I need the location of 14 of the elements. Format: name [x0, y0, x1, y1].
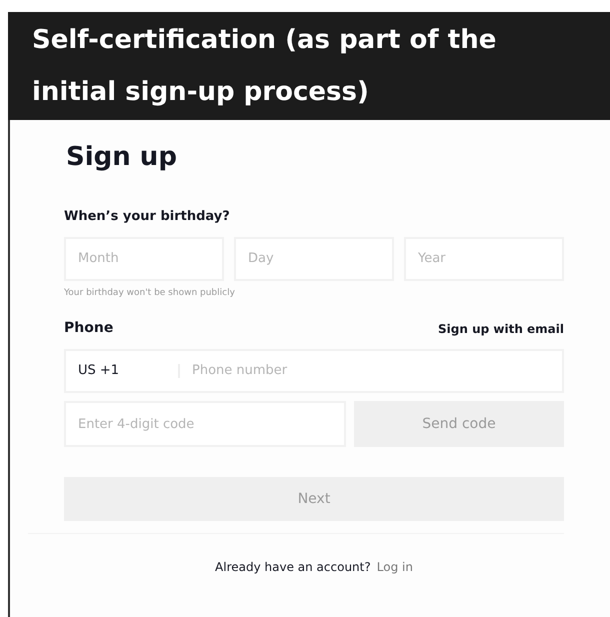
- country-code[interactable]: US +1: [78, 361, 178, 381]
- sign-up-heading: Sign up: [66, 141, 178, 174]
- account-prompt: Already have an account?: [215, 559, 371, 576]
- birthday-hint: Your birthday won't be shown publicly: [64, 286, 236, 300]
- birthday-label: When’s your birthday?: [64, 208, 231, 226]
- date-field[interactable]: Day: [234, 236, 394, 280]
- phone-field[interactable]: US +1 Phone number: [64, 349, 564, 393]
- date-field[interactable]: Year: [404, 236, 564, 280]
- email-sign-up-link[interactable]: Sign up with email: [438, 320, 564, 338]
- phone-label: Phone: [64, 319, 114, 338]
- log-in-link[interactable]: Log in: [376, 558, 413, 576]
- banner-title: Self-certification (as part of the initial sign-up process): [32, 24, 498, 109]
- code-field[interactable]: Enter 4-digit code: [64, 401, 346, 447]
- date-field[interactable]: Month: [64, 236, 224, 280]
